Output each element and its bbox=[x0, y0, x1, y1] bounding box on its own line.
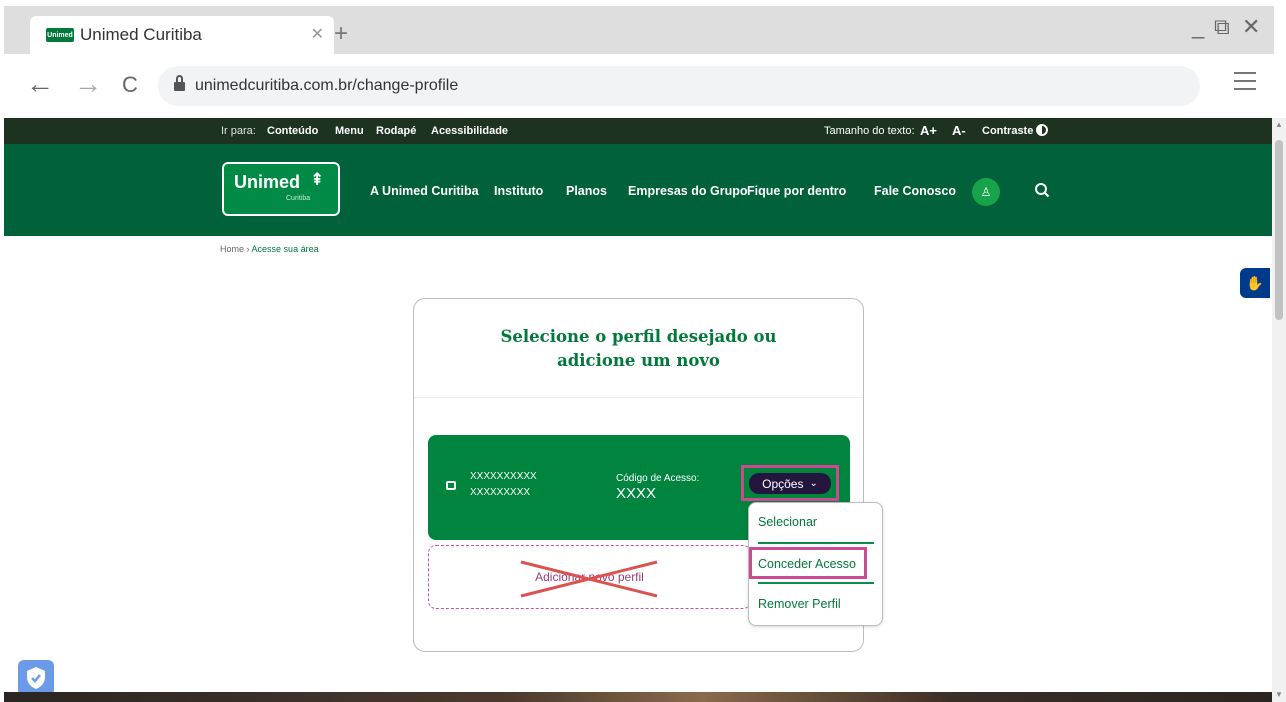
menu-separator bbox=[758, 542, 874, 544]
options-dropdown-menu: Selecionar Conceder Acesso Remover Perfi… bbox=[748, 502, 883, 626]
browser-menu-icon[interactable] bbox=[1234, 72, 1256, 90]
card-divider bbox=[414, 397, 863, 398]
close-window-icon[interactable]: ✕ bbox=[1242, 14, 1260, 40]
tab-title: Unimed Curitiba bbox=[80, 25, 202, 44]
url-text: unimedcuritiba.com.br/change-profile bbox=[195, 77, 459, 94]
tab-close-icon[interactable]: ✕ bbox=[311, 24, 324, 44]
card-title: Selecione o perfil desejado ou adicione … bbox=[414, 325, 863, 373]
skip-link-content[interactable]: Conteúdo bbox=[267, 125, 318, 137]
sign-language-hand-icon[interactable]: ✋ bbox=[1240, 268, 1270, 298]
breadcrumb-current: Acesse sua área bbox=[251, 244, 319, 254]
shield-icon[interactable] bbox=[18, 660, 54, 696]
card-title-line-1: Selecione o perfil desejado ou bbox=[500, 327, 777, 346]
profile-name-line-1: XXXXXXXXXX bbox=[470, 471, 537, 482]
page-viewport: Ir para: Conteúdo Menu Rodapé Acessibili… bbox=[4, 118, 1272, 702]
text-size-label: Tamanho do texto: bbox=[824, 125, 915, 137]
address-bar-row: ← → C unimedcuritiba.com.br/change-profi… bbox=[4, 54, 1274, 118]
page-scrollbar[interactable]: ▲ ▼ bbox=[1272, 118, 1286, 702]
cross-out-annotation bbox=[520, 560, 658, 598]
scroll-up-icon[interactable]: ▲ bbox=[1275, 120, 1283, 129]
skip-link-footer[interactable]: Rodapé bbox=[376, 125, 416, 137]
minimize-icon[interactable]: _ bbox=[1192, 14, 1204, 40]
menu-item-remover-perfil[interactable]: Remover Perfil bbox=[758, 597, 841, 611]
lock-icon bbox=[174, 75, 185, 92]
options-highlight-box: Opções ⌄ bbox=[741, 465, 839, 501]
options-label: Opções bbox=[762, 476, 804, 491]
breadcrumb-home[interactable]: Home bbox=[220, 244, 244, 254]
text-increase-button[interactable]: A+ bbox=[920, 123, 937, 138]
scroll-thumb[interactable] bbox=[1275, 140, 1283, 320]
nav-item-planos[interactable]: Planos bbox=[566, 184, 607, 198]
hero-image-strip bbox=[4, 692, 1272, 702]
text-decrease-button[interactable]: A- bbox=[952, 123, 966, 138]
unimed-logo[interactable]: Unimed ⇞ Curitiba bbox=[222, 162, 340, 216]
breadcrumb-separator: › bbox=[246, 244, 250, 254]
logo-sub: Curitiba bbox=[286, 195, 311, 202]
goto-label: Ir para: bbox=[221, 125, 256, 137]
skip-link-accessibility[interactable]: Acessibilidade bbox=[431, 125, 508, 137]
url-field[interactable]: unimedcuritiba.com.br/change-profile bbox=[158, 66, 1200, 106]
main-navigation: Unimed ⇞ Curitiba A Unimed Curitiba Inst… bbox=[4, 144, 1272, 236]
nav-item-empresas-do-grupo[interactable]: Empresas do Grupo bbox=[628, 184, 747, 198]
back-icon[interactable]: ← bbox=[26, 68, 54, 100]
nav-item-fale-conosco[interactable]: Fale Conosco bbox=[874, 184, 956, 198]
menu-item-selecionar[interactable]: Selecionar bbox=[758, 515, 817, 529]
access-code-value: XXXX bbox=[616, 485, 657, 502]
search-icon[interactable] bbox=[1034, 182, 1050, 198]
new-tab-icon[interactable]: + bbox=[334, 20, 348, 48]
menu-separator bbox=[758, 582, 874, 584]
logo-tree-icon: ⇞ bbox=[310, 170, 325, 189]
unimed-favicon-icon: Unimed bbox=[46, 28, 74, 42]
user-icon[interactable]: ♙ bbox=[972, 178, 1000, 206]
add-profile-button[interactable]: Adicionar novo perfil bbox=[428, 545, 751, 609]
chevron-down-icon: ⌄ bbox=[809, 478, 818, 489]
access-code-label: Código de Acesso: bbox=[616, 473, 700, 484]
scroll-down-icon[interactable]: ▼ bbox=[1275, 690, 1283, 699]
menu-item-conceder-acesso[interactable]: Conceder Acesso bbox=[758, 557, 856, 571]
profile-name-line-2: XXXXXXXXX bbox=[470, 487, 531, 498]
briefcase-icon bbox=[446, 481, 456, 490]
nav-item-fique-por-dentro[interactable]: Fique por dentro bbox=[747, 184, 846, 198]
contrast-icon[interactable] bbox=[1036, 124, 1048, 136]
accessibility-topbar: Ir para: Conteúdo Menu Rodapé Acessibili… bbox=[4, 118, 1272, 144]
browser-tab[interactable]: Unimed Unimed Curitiba ✕ bbox=[30, 16, 334, 54]
skip-link-menu[interactable]: Menu bbox=[335, 125, 364, 137]
nav-item-instituto[interactable]: Instituto bbox=[494, 184, 543, 198]
forward-icon[interactable]: → bbox=[74, 68, 102, 100]
options-button[interactable]: Opções ⌄ bbox=[749, 473, 831, 494]
logo-brand: Unimed bbox=[234, 172, 301, 192]
browser-tab-bar: Unimed Unimed Curitiba ✕ + _ ⧉ ✕ bbox=[4, 6, 1274, 54]
card-title-line-2: adicione um novo bbox=[557, 351, 720, 370]
reload-icon[interactable]: C bbox=[122, 72, 138, 98]
contrast-button[interactable]: Contraste bbox=[982, 125, 1033, 137]
nav-item-unimed-curitiba[interactable]: A Unimed Curitiba bbox=[370, 184, 479, 198]
breadcrumb: Home › Acesse sua área bbox=[220, 244, 319, 254]
restore-icon[interactable]: ⧉ bbox=[1214, 14, 1230, 40]
